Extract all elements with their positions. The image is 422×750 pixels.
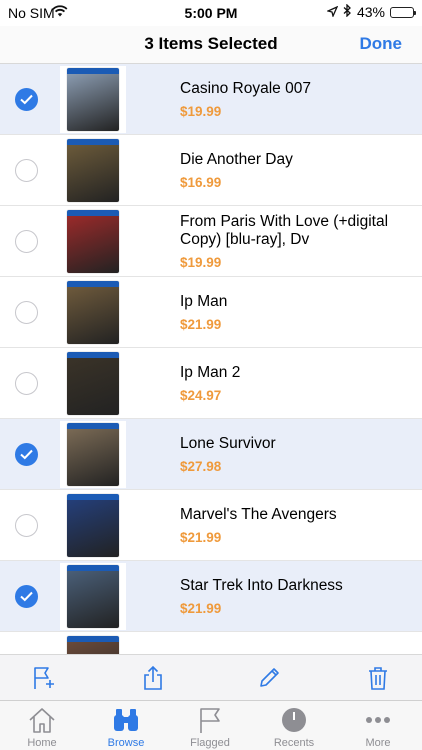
share-icon[interactable] [140,665,166,691]
cover-thumbnail [60,208,126,275]
done-button[interactable]: Done [360,34,403,54]
more-dots-icon [363,706,393,734]
item-price: $21.99 [180,601,222,616]
tab-recents[interactable]: Recents [252,701,336,750]
navigation-bar: 3 Items Selected Done [0,26,422,64]
checkmark-empty-icon[interactable] [15,301,38,324]
bluetooth-icon [343,3,352,20]
cover-image [67,494,119,557]
clock-icon [279,706,309,734]
list-item[interactable]: Star Trek Into Darkness $21.99 [0,561,422,632]
item-info: Ip Man $21.99 [180,277,412,348]
item-info: Ip Man 2 $24.97 [180,348,412,419]
list-item[interactable]: Marvel's The Avengers $21.99 [0,490,422,561]
cover-thumbnail [60,350,126,417]
item-price: $24.97 [180,388,222,403]
list-item[interactable]: Ip Man $21.99 [0,277,422,348]
item-title: From Paris With Love (+digital Copy) [bl… [180,213,389,248]
cover-image [67,139,119,202]
checkmark-empty-icon[interactable] [15,514,38,537]
cover-image [67,210,119,273]
item-price: $27.98 [180,459,222,474]
item-info: Marvel's The Avengers $21.99 [180,490,412,561]
item-info: Star Trek Into Darkness $21.99 [180,561,412,632]
item-price: $19.99 [180,255,222,270]
cover-thumbnail [60,563,126,630]
tab-label: Flagged [190,737,230,749]
cover-thumbnail [60,492,126,559]
screen: No SIM 5:00 PM 43% 3 Items Selected Done… [0,0,422,750]
tab-home[interactable]: Home [0,701,84,750]
cover-thumbnail [60,279,126,346]
tab-label: Home [27,737,57,749]
cover-thumbnail [60,634,126,654]
pencil-icon[interactable] [256,665,282,691]
checkmark-selected-icon[interactable] [15,443,38,466]
battery-percent: 43% [356,4,385,20]
item-title: Die Another Day [180,151,293,168]
checkmark-empty-icon[interactable] [15,230,38,253]
flag-add-icon[interactable] [30,665,56,691]
cover-image [67,565,119,628]
tab-label: Recents [273,737,315,749]
item-title: Casino Royale 007 [180,80,311,97]
checkmark-selected-icon[interactable] [15,585,38,608]
item-title: Ip Man 2 [180,364,241,381]
list-item[interactable]: Ip Man 2 $24.97 [0,348,422,419]
location-arrow-icon [325,4,339,20]
tab-label: Browse [107,737,145,749]
item-price: $19.99 [180,104,222,119]
flag-icon [195,706,225,734]
list-item[interactable]: From Paris With Love (+digital Copy) [bl… [0,206,422,277]
tab-label: More [365,737,391,749]
action-toolbar [0,654,422,700]
item-info: From Paris With Love (+digital Copy) [bl… [180,206,412,277]
item-price: $16.99 [180,175,222,190]
item-title: Star Trek Into Darkness [180,577,343,594]
item-info: Die Another Day $16.99 [180,135,412,206]
item-list[interactable]: Casino Royale 007 $19.99 Die Another Day $1… [0,64,422,654]
cover-image [67,352,119,415]
checkmark-empty-icon[interactable] [15,159,38,182]
checkmark-selected-icon[interactable] [15,88,38,111]
binoculars-icon [111,706,141,734]
list-item[interactable]: Die Another Day $16.99 [0,135,422,206]
list-item[interactable]: Lone Survivor $27.98 [0,419,422,490]
item-title: Ip Man [180,293,228,310]
tab-flagged[interactable]: Flagged [168,701,252,750]
tab-browse[interactable]: Browse [84,701,168,750]
cover-image [67,423,119,486]
item-title: Marvel's The Avengers [180,506,337,523]
cover-image [67,281,119,344]
item-title: Lone Survivor [180,435,276,452]
checkmark-empty-icon[interactable] [15,372,38,395]
cover-thumbnail [60,137,126,204]
item-price: $21.99 [180,317,222,332]
list-item[interactable] [0,632,422,654]
cover-image [67,636,119,654]
cover-thumbnail [60,421,126,488]
cover-image [67,68,119,131]
item-info [180,632,412,654]
item-info: Lone Survivor $27.98 [180,419,412,490]
list-item[interactable]: Casino Royale 007 $19.99 [0,64,422,135]
battery-icon [390,6,416,18]
house-icon [27,706,57,734]
tab-more[interactable]: More [336,701,420,750]
trash-icon[interactable] [365,665,391,691]
item-info: Casino Royale 007 $19.99 [180,64,412,135]
status-bar: No SIM 5:00 PM 43% [0,0,422,26]
status-right: 43% [325,3,416,20]
item-price: $21.99 [180,530,222,545]
tab-bar: Home Browse Flagged Recents More [0,700,422,750]
cover-thumbnail [60,66,126,133]
